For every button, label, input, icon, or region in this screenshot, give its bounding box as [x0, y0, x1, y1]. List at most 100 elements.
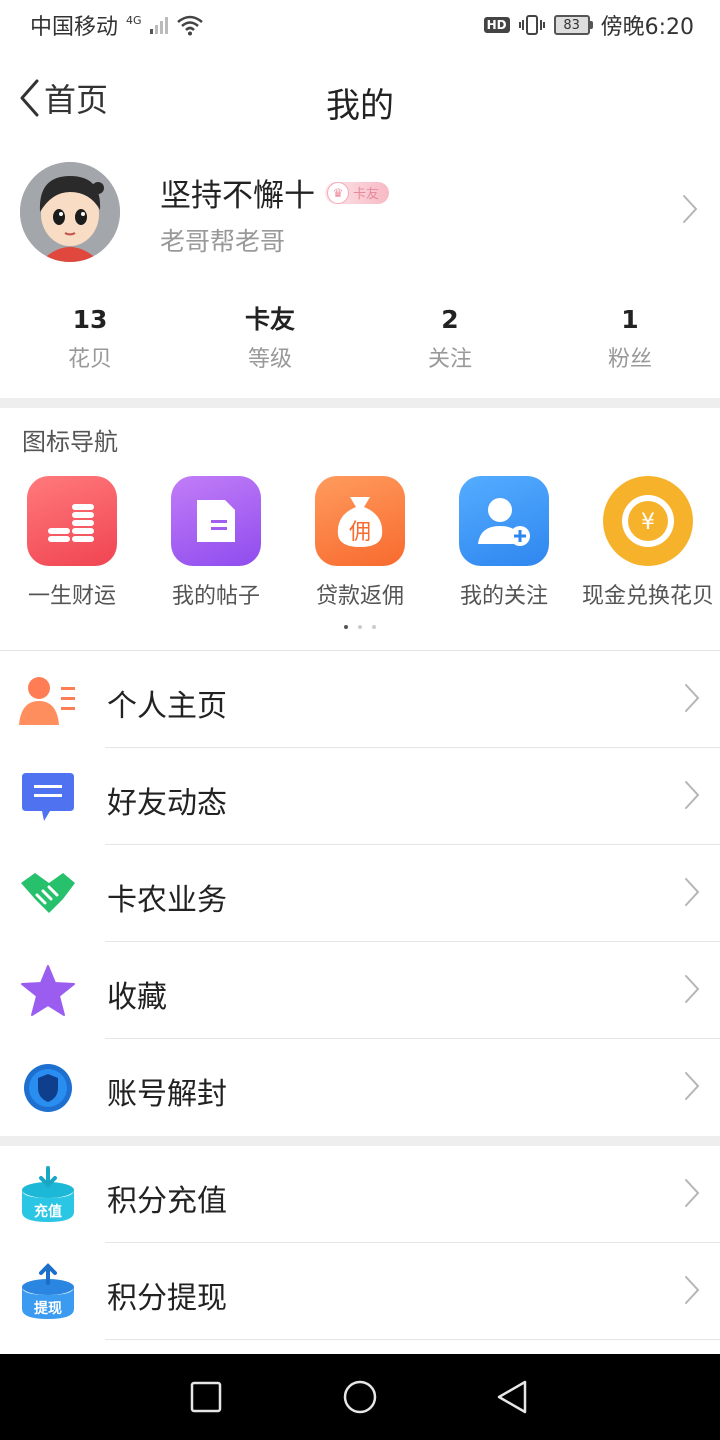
person-profile-icon: [18, 671, 78, 729]
triangle-back-icon: [497, 1380, 527, 1414]
circle-icon: [343, 1380, 377, 1414]
recharge-icon: 充值: [18, 1166, 78, 1224]
network-type: 4G: [126, 13, 142, 27]
row-divider: [105, 1339, 720, 1340]
menu-item-label: 卡农业务: [107, 883, 227, 918]
stat-label: 粉丝: [607, 347, 652, 372]
profile-card[interactable]: 坚持不懈十 ♛ 卡友 老哥帮老哥: [0, 150, 720, 280]
carrier-name: 中国移动: [30, 15, 119, 40]
stat-huabei[interactable]: 13 花贝: [0, 300, 180, 390]
back-button[interactable]: 首页: [18, 76, 108, 120]
coins-stack-icon: [27, 476, 117, 566]
nav-item-my-follows[interactable]: 我的关注: [432, 476, 576, 610]
status-bar: 中国移动 4G HD 83 傍晚6:20: [0, 0, 720, 50]
icon-nav-title: 图标导航: [22, 428, 118, 456]
withdraw-icon: 提现: [18, 1263, 78, 1321]
menu-item-label: 积分提现: [107, 1281, 227, 1316]
menu-item-label: 账号解封: [107, 1077, 227, 1112]
avatar[interactable]: [20, 162, 120, 262]
stat-followers[interactable]: 1 粉丝: [540, 300, 720, 390]
stat-label: 关注: [427, 347, 472, 372]
user-stats: 13 花贝 卡友 等级 2 关注 1 粉丝: [0, 300, 720, 390]
nav-bar: 首页 我的: [0, 60, 720, 136]
stat-label: 花贝: [67, 347, 112, 372]
chevron-right-icon: [685, 975, 700, 1003]
points-menu-list: 充值 积分充值 提现 积分提现: [0, 1146, 720, 1340]
nav-item-label: 我的关注: [459, 584, 548, 609]
svg-text:佣: 佣: [349, 520, 371, 545]
page-dot: [344, 625, 348, 629]
chevron-right-icon: [685, 878, 700, 906]
stat-level[interactable]: 卡友 等级: [180, 300, 360, 390]
icon-nav-grid: 一生财运 我的帖子 佣 贷款返佣 我的关注 ¥ 现金兑换花贝: [0, 476, 720, 616]
menu-item-personal-home[interactable]: 个人主页: [0, 651, 720, 748]
username-row: 坚持不懈十 ♛ 卡友: [160, 170, 390, 215]
section-divider: [0, 398, 720, 408]
chevron-right-icon: [685, 1276, 700, 1304]
menu-item-label: 个人主页: [107, 689, 227, 724]
vibrate-icon: [518, 15, 545, 35]
chevron-right-icon: [685, 684, 700, 712]
stat-value: 卡友: [244, 305, 295, 334]
nav-item-label: 我的帖子: [171, 584, 260, 609]
status-time: 傍晚6:20: [600, 15, 694, 40]
menu-item-favorites[interactable]: 收藏: [0, 942, 720, 1039]
svg-text:¥: ¥: [641, 510, 655, 535]
hd-badge: HD: [483, 17, 510, 33]
shield-icon: [18, 1059, 78, 1117]
system-nav-bar: [0, 1354, 720, 1440]
level-badge-label: 卡友: [353, 187, 380, 202]
menu-item-account-unblock[interactable]: 账号解封: [0, 1039, 720, 1136]
page-dot: [372, 625, 376, 629]
back-label: 首页: [44, 81, 109, 119]
document-icon: [171, 476, 261, 566]
recharge-icon-text: 充值: [34, 1203, 62, 1220]
stat-value: 1: [621, 305, 639, 334]
nav-item-label: 现金兑换花贝: [581, 584, 714, 609]
page-indicator: [0, 625, 720, 629]
chevron-right-icon: [685, 781, 700, 809]
nav-item-my-posts[interactable]: 我的帖子: [144, 476, 288, 610]
square-icon: [190, 1381, 222, 1413]
battery-icon: 83: [553, 15, 593, 35]
home-button[interactable]: [342, 1379, 378, 1415]
section-divider: [0, 1136, 720, 1146]
level-badge: ♛ 卡友: [325, 181, 390, 204]
menu-item-label: 好友动态: [107, 786, 227, 821]
chevron-right-icon: [685, 1072, 700, 1100]
stat-value: 13: [72, 305, 108, 334]
status-right: HD 83 傍晚6:20: [483, 9, 694, 41]
handshake-icon: [18, 865, 78, 923]
yuan-coin-icon: ¥: [603, 476, 693, 566]
nav-item-label: 贷款返佣: [315, 584, 404, 609]
chat-bubble-icon: [18, 768, 78, 826]
chevron-left-icon: [20, 79, 39, 117]
menu-item-points-recharge[interactable]: 充值 积分充值: [0, 1146, 720, 1243]
signal-icon: [149, 16, 168, 34]
crown-icon: ♛: [327, 181, 349, 204]
money-bag-icon: 佣: [315, 476, 405, 566]
nav-item-loan-rebate[interactable]: 佣 贷款返佣: [288, 476, 432, 610]
add-user-icon: [459, 476, 549, 566]
menu-item-friend-feed[interactable]: 好友动态: [0, 748, 720, 845]
recents-button[interactable]: [188, 1379, 224, 1415]
nav-item-fortune[interactable]: 一生财运: [0, 476, 144, 610]
menu-item-label: 收藏: [107, 980, 167, 1015]
star-icon: [18, 962, 78, 1020]
nav-item-label: 一生财运: [27, 584, 116, 609]
stat-value: 2: [441, 305, 459, 334]
menu-list: 个人主页 好友动态 卡农业务 收藏 账号解封: [0, 651, 720, 1136]
chevron-right-icon: [683, 195, 698, 223]
stat-following[interactable]: 2 关注: [360, 300, 540, 390]
nav-item-cash-exchange[interactable]: ¥ 现金兑换花贝: [576, 476, 720, 610]
status-left: 中国移动 4G: [30, 9, 204, 41]
username: 坚持不懈十: [160, 178, 315, 214]
menu-item-points-withdraw[interactable]: 提现 积分提现: [0, 1243, 720, 1340]
chevron-right-icon: [685, 1179, 700, 1207]
withdraw-icon-text: 提现: [34, 1301, 62, 1317]
back-system-button[interactable]: [494, 1379, 530, 1415]
user-signature: 老哥帮老哥: [160, 227, 286, 256]
stat-label: 等级: [247, 347, 292, 372]
menu-item-label: 积分充值: [107, 1184, 227, 1219]
menu-item-kanong-business[interactable]: 卡农业务: [0, 845, 720, 942]
